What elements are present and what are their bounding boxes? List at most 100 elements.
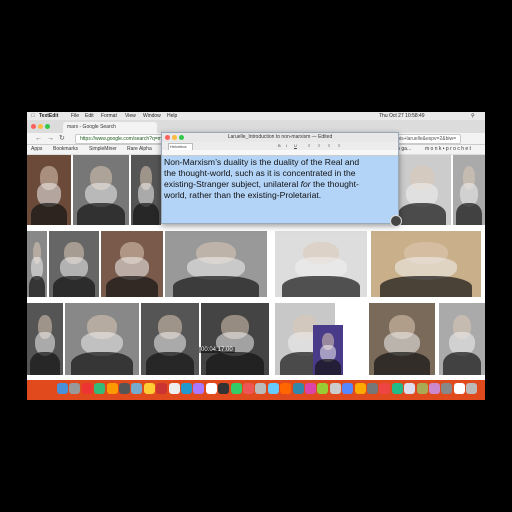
dock-app-icon[interactable] <box>181 383 192 394</box>
zoom-icon[interactable] <box>45 124 50 129</box>
dock-app-icon[interactable] <box>255 383 267 394</box>
dock-app-icon[interactable] <box>156 383 168 394</box>
bookmark-rare-alpha[interactable]: Rare Alpha <box>127 145 152 154</box>
italic-button[interactable]: I <box>286 142 287 150</box>
menu-window[interactable]: Window <box>143 112 161 120</box>
dock-app-icon[interactable] <box>416 383 428 394</box>
dock-app-icon[interactable] <box>441 383 453 394</box>
photo-figure <box>374 351 430 375</box>
dock-app-icon[interactable] <box>391 383 403 394</box>
dock-app-icon[interactable] <box>317 383 329 394</box>
forward-icon[interactable]: → <box>47 134 54 143</box>
dock-app-icon[interactable] <box>379 383 391 394</box>
textedit-document[interactable]: Non-Marxism’s duality is the duality of … <box>164 157 396 201</box>
bookmark-simpleminer[interactable]: SimpleMiner <box>89 145 117 154</box>
image-result[interactable] <box>371 231 481 297</box>
align-right-icon[interactable]: ≡ <box>328 142 330 150</box>
dock-app-icon[interactable] <box>453 383 465 394</box>
menu-file[interactable]: File <box>71 112 79 120</box>
close-icon[interactable] <box>31 124 36 129</box>
textedit-zoom-icon[interactable] <box>179 135 184 140</box>
image-result[interactable] <box>141 303 199 375</box>
image-result[interactable] <box>313 325 343 375</box>
dock-app-icon[interactable] <box>354 383 366 394</box>
photo-figure <box>379 275 473 297</box>
dock-app-icon[interactable] <box>292 383 304 394</box>
image-result[interactable] <box>439 303 485 375</box>
dock-app-icon[interactable] <box>81 383 93 394</box>
image-result[interactable] <box>27 155 71 225</box>
photo-figure <box>397 202 447 225</box>
dock-app-icon[interactable] <box>267 383 279 394</box>
bookmark-monk-prophet[interactable]: m o n k • p r o c h e t <box>425 145 471 154</box>
photo-figure <box>29 351 61 375</box>
menu-edit[interactable]: Edit <box>85 112 94 120</box>
minimize-icon[interactable] <box>38 124 43 129</box>
dock-app-icon[interactable] <box>280 383 292 394</box>
align-center-icon[interactable]: ≡ <box>318 142 320 150</box>
url-text: https://www.google.com/search?q=marx <box>80 136 169 142</box>
image-result[interactable] <box>393 155 451 225</box>
dock-app-icon[interactable] <box>168 383 180 394</box>
image-result[interactable] <box>453 155 485 225</box>
textedit-close-icon[interactable] <box>165 135 170 140</box>
dock-app-icon[interactable] <box>218 383 230 394</box>
browser-window: marx - Google Search ← → ↻ https://www.g… <box>27 120 485 400</box>
spotlight-icon[interactable]: ⚲ <box>471 112 475 120</box>
photo-figure <box>28 275 46 297</box>
image-result[interactable] <box>27 231 47 297</box>
dock-app-icon[interactable] <box>342 383 354 394</box>
dock-app-icon[interactable] <box>329 383 341 394</box>
menu-format[interactable]: Format <box>101 112 117 120</box>
dock-app-icon[interactable] <box>69 383 81 394</box>
textedit-window: Laruelle_Introduction to non-marxism — E… <box>161 132 402 227</box>
reload-icon[interactable]: ↻ <box>59 134 65 143</box>
dock-app-icon[interactable] <box>131 383 143 394</box>
apple-icon[interactable]:  <box>31 112 35 120</box>
text-line-3-start: existing-Stranger subject, unilateral <box>164 179 301 189</box>
dock-app-icon[interactable] <box>466 383 478 394</box>
dock-app-icon[interactable] <box>57 383 68 394</box>
photo-figure <box>70 351 134 375</box>
back-icon[interactable]: ← <box>35 134 42 143</box>
justify-icon[interactable]: ≡ <box>338 142 340 150</box>
menu-clock[interactable]: Thu Oct 27 10:58:49 <box>379 112 425 120</box>
dock-app-icon[interactable] <box>205 383 217 394</box>
image-result[interactable] <box>27 303 63 375</box>
dock-app-icon[interactable] <box>193 383 205 394</box>
bookmark-apps[interactable]: Apps <box>31 145 42 154</box>
menu-app-name[interactable]: TextEdit <box>39 112 58 120</box>
dock-app-icon[interactable] <box>243 383 254 394</box>
dock-app-icon[interactable] <box>143 383 155 394</box>
photo-figure <box>133 202 159 225</box>
image-result[interactable] <box>65 303 139 375</box>
bookmark-bookmarks[interactable]: Bookmarks <box>53 145 78 154</box>
dock-app-icon[interactable] <box>230 383 242 394</box>
dock-app-icon[interactable] <box>429 383 440 394</box>
image-result[interactable] <box>369 303 435 375</box>
dock-app-icon[interactable] <box>404 383 416 394</box>
dock-app-icon[interactable] <box>106 383 118 394</box>
dock-app-icon[interactable] <box>367 383 378 394</box>
text-line-3-end: the thought- <box>310 179 359 189</box>
menu-view[interactable]: View <box>125 112 136 120</box>
image-result[interactable] <box>275 231 367 297</box>
text-line-4: world, rather than the existing-Proletar… <box>164 190 322 200</box>
dock-app-icon[interactable] <box>305 383 316 394</box>
dock-app-icon[interactable] <box>119 383 130 394</box>
image-result[interactable] <box>201 303 269 375</box>
align-left-icon[interactable]: ≡ <box>308 142 310 150</box>
dock-app-icon[interactable] <box>94 383 106 394</box>
image-result[interactable] <box>101 231 163 297</box>
textedit-minimize-icon[interactable] <box>172 135 177 140</box>
photo-figure <box>77 202 125 225</box>
image-result[interactable] <box>49 231 99 297</box>
menu-help[interactable]: Help <box>167 112 177 120</box>
photo-figure <box>145 351 195 375</box>
image-result[interactable] <box>73 155 129 225</box>
bold-button[interactable]: B <box>278 142 281 150</box>
underline-button[interactable]: U <box>294 142 297 150</box>
image-result[interactable] <box>165 231 267 297</box>
image-result[interactable] <box>131 155 161 225</box>
tab-google-search[interactable]: marx - Google Search <box>63 122 157 133</box>
